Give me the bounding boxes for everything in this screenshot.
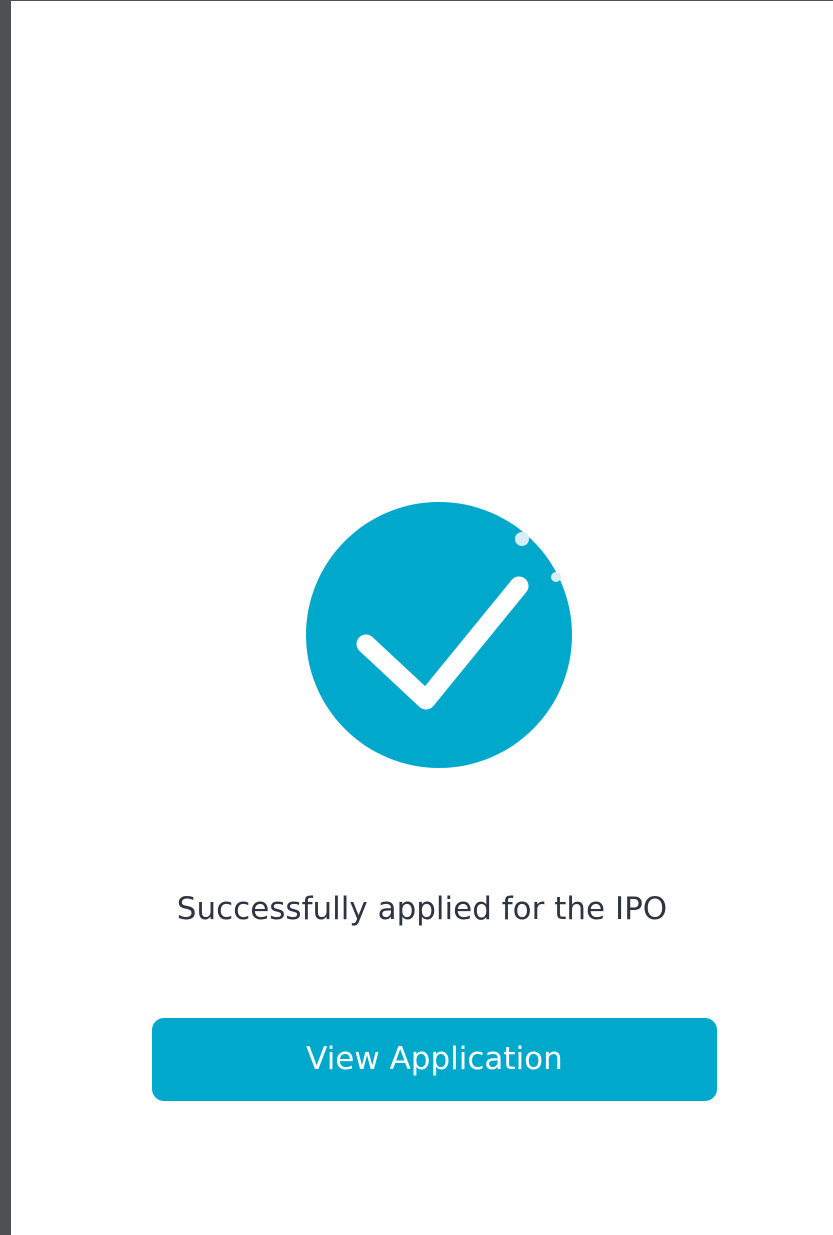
screen-top-border — [11, 0, 833, 1]
success-check-icon — [300, 495, 580, 775]
success-screen: Successfully applied for the IPO View Ap… — [0, 0, 833, 1235]
check-circle-icon — [306, 502, 572, 768]
screen-left-border — [0, 0, 11, 1235]
view-application-button[interactable]: View Application — [152, 1018, 717, 1101]
success-message: Successfully applied for the IPO — [176, 891, 668, 927]
